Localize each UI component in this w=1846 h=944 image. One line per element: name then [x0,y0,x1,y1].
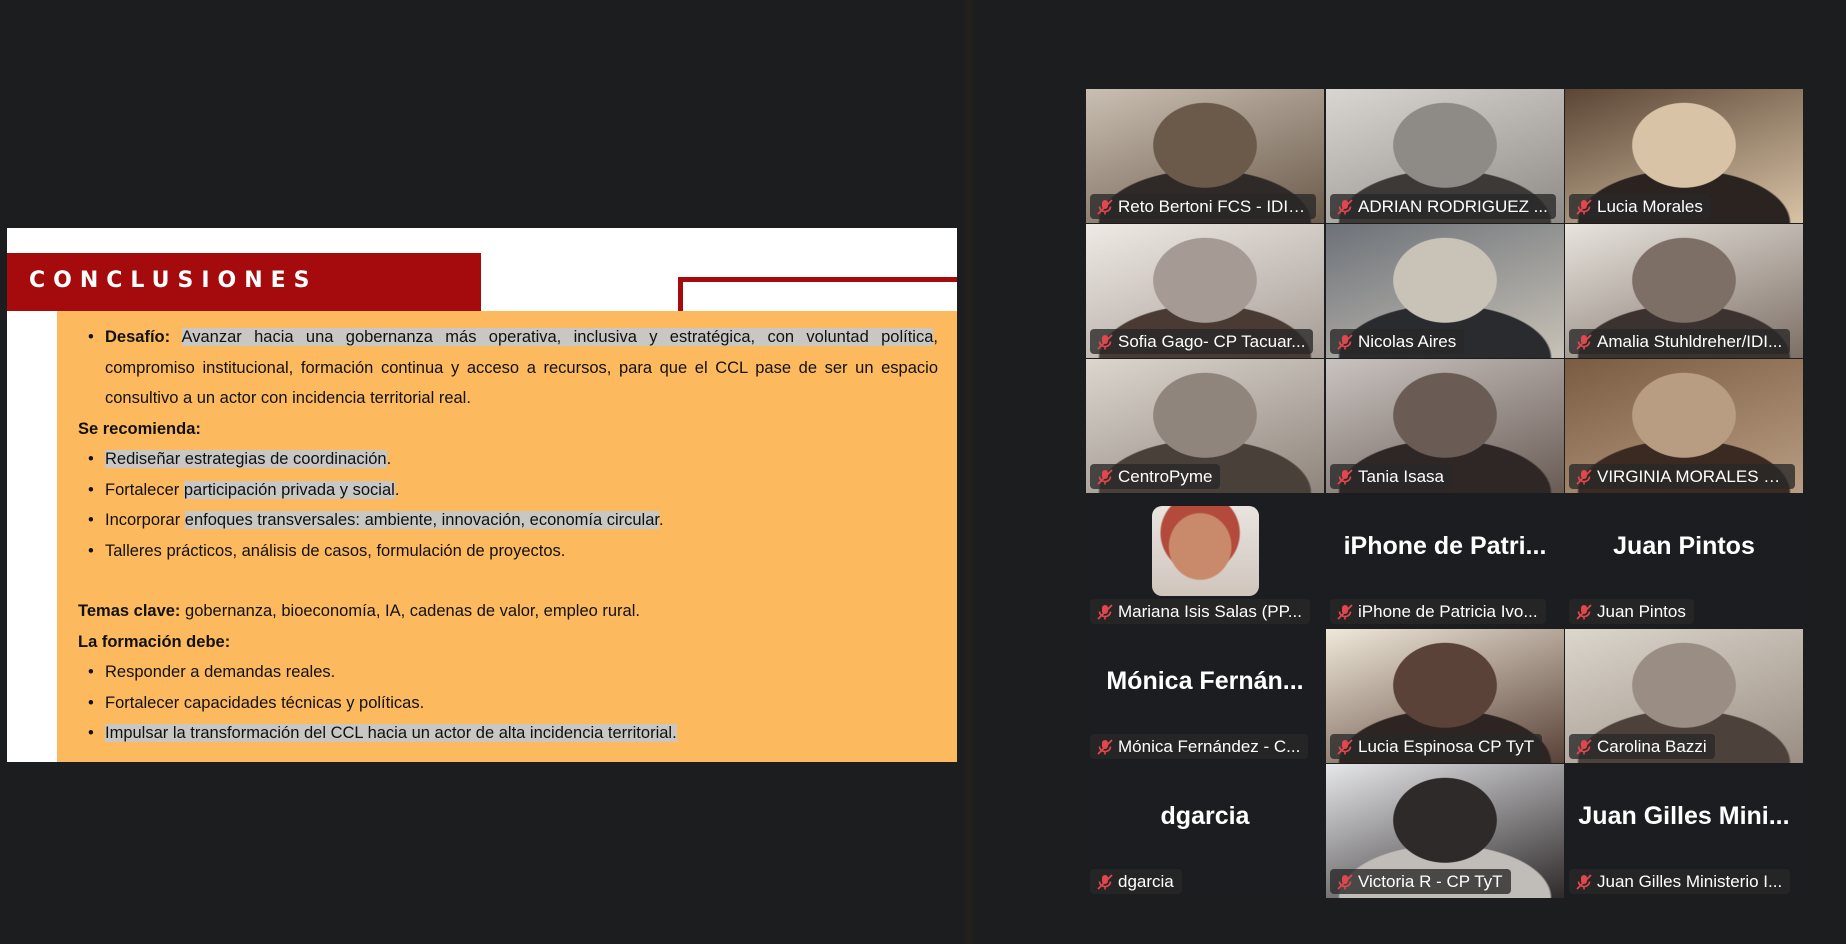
bullet-rec-2: • Fortalecer participación privada y soc… [88,480,400,499]
microphone-muted-icon [1573,872,1595,892]
participant-tile[interactable]: Victoria R - CP TyT [1326,764,1564,898]
microphone-muted-icon [1334,197,1356,217]
participant-display-name: iPhone de Patri... [1343,532,1547,560]
participant-display-name: Juan Gilles Mini... [1578,802,1790,830]
microphone-muted-icon [1334,332,1356,352]
participant-name: CentroPyme [1118,466,1213,486]
participant-tile[interactable]: Mónica Fernán... Mónica Fernández - C... [1086,629,1324,763]
bullet-rec-1: • Rediseñar estrategias de coordinación. [88,450,392,468]
microphone-muted-icon [1573,467,1595,487]
presentation-slide: CONCLUSIONES • Desafío: Avanzar hacia un… [7,228,957,762]
participant-name-tag: ADRIAN RODRIGUEZ ... [1330,194,1556,219]
participant-name-tag: Mónica Fernández - C... [1090,734,1309,759]
participant-name: Sofia Gago- CP Tacuar... [1118,331,1306,351]
participant-tile[interactable]: Lucia Morales [1565,89,1803,223]
participant-name-tag: Sofia Gago- CP Tacuar... [1090,329,1314,354]
participant-tile[interactable]: Tania Isasa [1326,359,1564,493]
microphone-muted-icon [1094,332,1116,352]
participant-name: Reto Bertoni FCS - IDIIS... [1118,196,1308,216]
participant-display-name: dgarcia [1160,802,1250,830]
split-divider[interactable] [965,0,973,944]
microphone-muted-icon [1334,602,1356,622]
participant-tile[interactable]: CentroPyme [1086,359,1324,493]
participant-tile[interactable]: dgarcia dgarcia [1086,764,1324,898]
participant-display-name: Mónica Fernán... [1106,667,1304,695]
bullet-form-3: • Impulsar la transformación del CCL hac… [88,724,677,742]
participant-name: iPhone de Patricia Ivo... [1358,601,1538,621]
bullet-rec-3: • Incorporar enfoques transversales: amb… [88,511,664,529]
participant-name: Juan Pintos [1597,601,1686,621]
participant-tile[interactable]: Lucia Espinosa CP TyT [1326,629,1564,763]
participant-name-tag: Nicolas Aires [1330,329,1465,354]
participant-tile[interactable]: Sofia Gago- CP Tacuar... [1086,224,1324,358]
participant-name: VIRGINIA MORALES O... [1597,466,1787,486]
recomienda-heading: Se recomienda: [78,419,201,438]
microphone-muted-icon [1573,737,1595,757]
participant-name: Juan Gilles Ministerio I... [1597,871,1783,891]
microphone-muted-icon [1334,872,1356,892]
microphone-muted-icon [1094,467,1116,487]
participant-name-tag: Victoria R - CP TyT [1330,869,1511,894]
participant-tile[interactable]: Reto Bertoni FCS - IDIIS... [1086,89,1324,223]
participant-name: ADRIAN RODRIGUEZ ... [1358,196,1548,216]
temas-clave: Temas clave: gobernanza, bioeconomía, IA… [78,602,640,620]
participant-tile[interactable]: Juan Pintos Juan Pintos [1565,494,1803,628]
participant-name: Mónica Fernández - C... [1118,736,1301,756]
participant-name-tag: VIRGINIA MORALES O... [1569,464,1795,489]
slide-header-band: CONCLUSIONES [7,253,481,311]
participant-name-tag: Juan Pintos [1569,599,1694,624]
microphone-muted-icon [1334,737,1356,757]
participant-avatar [1152,506,1259,596]
participant-name-tag: iPhone de Patricia Ivo... [1330,599,1546,624]
participant-name: Lucia Espinosa CP TyT [1358,736,1535,756]
participant-name-tag: Reto Bertoni FCS - IDIIS... [1090,194,1316,219]
participant-name: dgarcia [1118,871,1174,891]
microphone-muted-icon [1094,737,1116,757]
participant-name-tag: Mariana Isis Salas (PP... [1090,599,1310,624]
microphone-muted-icon [1573,197,1595,217]
participant-name-tag: CentroPyme [1090,464,1221,489]
microphone-muted-icon [1094,872,1116,892]
gallery-view: Reto Bertoni FCS - IDIIS... ADRIAN RODRIG… [973,0,1846,944]
participant-tile[interactable]: Juan Gilles Mini... Juan Gilles Ministeri… [1565,764,1803,898]
microphone-muted-icon [1573,332,1595,352]
slide-body: • Desafío: Avanzar hacia una gobernanza … [57,311,957,762]
participant-name-tag: Amalia Stuhldreher/IDI... [1569,329,1791,354]
desafio-highlight: Avanzar hacia una gobernanza más operati… [181,328,934,346]
slide-content: • Desafío: Avanzar hacia una gobernanza … [78,322,938,749]
bullet-rec-4: • Talleres prácticos, análisis de casos,… [88,541,566,560]
participant-name-tag: Lucia Morales [1569,194,1711,219]
participant-tile[interactable]: Mariana Isis Salas (PP... [1086,494,1324,628]
participant-name: Carolina Bazzi [1597,736,1707,756]
participant-name-tag: dgarcia [1090,869,1182,894]
bullet-form-1: • Responder a demandas reales. [88,663,336,681]
participant-name-tag: Carolina Bazzi [1569,734,1715,759]
participant-name-tag: Juan Gilles Ministerio I... [1569,869,1791,894]
participant-tile[interactable]: Amalia Stuhldreher/IDI... [1565,224,1803,358]
slide-title: CONCLUSIONES [29,268,318,293]
microphone-muted-icon [1573,602,1595,622]
bullet-desafio: • Desafío: Avanzar hacia una gobernanza … [88,328,938,407]
participant-name-tag: Tania Isasa [1330,464,1452,489]
participant-tile[interactable]: iPhone de Patri... iPhone de Patricia Ivo… [1326,494,1564,628]
participant-name: Victoria R - CP TyT [1358,871,1503,891]
bullet-form-2: • Fortalecer capacidades técnicas y polí… [88,693,425,712]
microphone-muted-icon [1094,197,1116,217]
participant-tile[interactable]: VIRGINIA MORALES O... [1565,359,1803,493]
formacion-heading: La formación debe: [78,632,231,651]
participant-tile[interactable]: Carolina Bazzi [1565,629,1803,763]
participant-tile[interactable]: Nicolas Aires [1326,224,1564,358]
participant-name: Tania Isasa [1358,466,1444,486]
participant-name: Nicolas Aires [1358,331,1457,351]
participant-name: Amalia Stuhldreher/IDI... [1597,331,1783,351]
screen-share-area: CONCLUSIONES • Desafío: Avanzar hacia un… [0,0,972,944]
participant-display-name: Juan Pintos [1613,532,1755,560]
participant-name: Lucia Morales [1597,196,1703,216]
participant-name-tag: Lucia Espinosa CP TyT [1330,734,1543,759]
microphone-muted-icon [1334,467,1356,487]
participant-name: Mariana Isis Salas (PP... [1118,601,1302,621]
microphone-muted-icon [1094,602,1116,622]
desafio-label: Desafío: [105,328,171,346]
participant-tile[interactable]: ADRIAN RODRIGUEZ ... [1326,89,1564,223]
